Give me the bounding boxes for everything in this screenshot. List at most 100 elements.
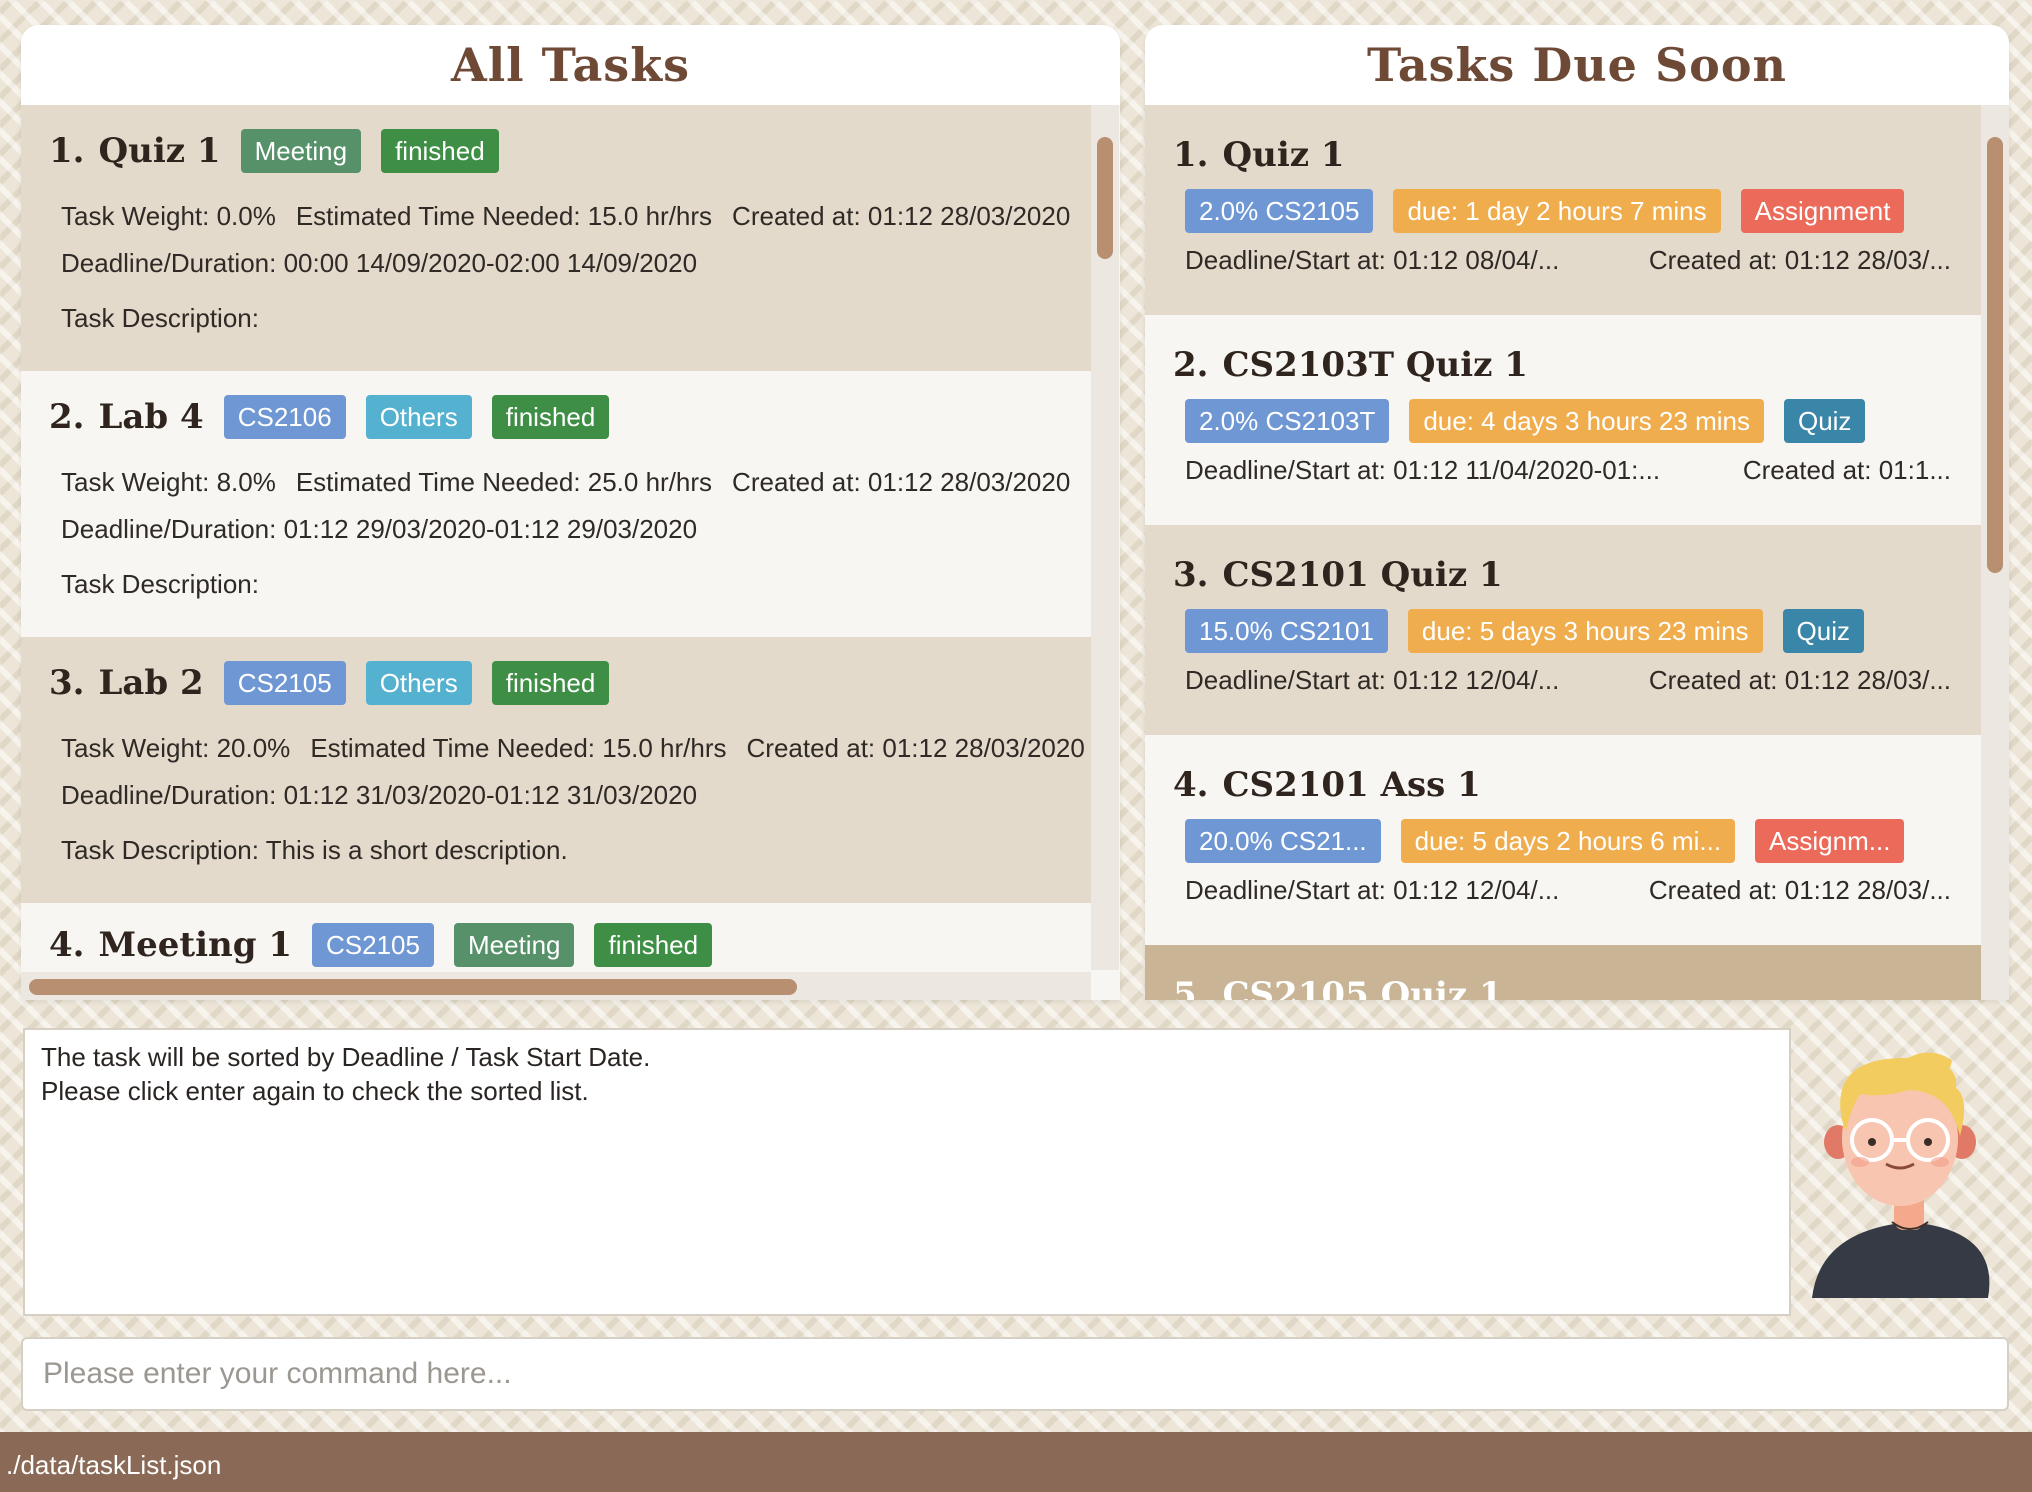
task-name: CS2103T Quiz 1 [1222, 345, 1528, 385]
save-file-path: ./data/taskList.json [6, 1450, 222, 1480]
task-card-header: 4. Meeting 1 CS2105 Meeting finished [49, 903, 1091, 967]
due-card-times: Deadline/Start at: 01:12 12/04/... Creat… [1185, 665, 1981, 696]
due-created: Created at: 01:12 28/03/... [1648, 875, 1951, 905]
due-card-header: 5. CS2105 Quiz 1 [1173, 945, 1981, 1000]
task-index: 1. [49, 131, 85, 171]
tag-assignment: Assignm... [1755, 819, 1905, 863]
result-display[interactable]: The task will be sorted by Deadline / Ta… [23, 1028, 1791, 1316]
task-index: 2. [1173, 345, 1209, 385]
task-meta-line: Task Weight: 8.0% Estimated Time Needed: … [61, 467, 1120, 498]
tag-quiz: Quiz [1782, 609, 1865, 653]
due-card-1[interactable]: 1. Quiz 1 2.0% CS2105 due: 1 day 2 hours… [1145, 105, 1981, 315]
due-card-3[interactable]: 3. CS2101 Quiz 1 15.0% CS2101 due: 5 day… [1145, 525, 1981, 735]
tag-finished: finished [381, 129, 499, 173]
due-card-tags: 15.0% CS2101 due: 5 days 3 hours 23 mins… [1185, 609, 1981, 653]
tag-meeting: Meeting [453, 923, 575, 967]
tag-module: CS2105 [223, 661, 346, 705]
due-card-tags: 2.0% CS2105 due: 1 day 2 hours 7 mins As… [1185, 189, 1981, 233]
task-card-header: 1. Quiz 1 Meeting finished [49, 105, 1091, 173]
tag-quiz: Quiz [1783, 399, 1866, 443]
all-tasks-panel: All Tasks 1. Quiz 1 Meeting finished Tas… [21, 25, 1120, 1000]
task-card-1[interactable]: 1. Quiz 1 Meeting finished Task Weight: … [21, 105, 1091, 371]
all-tasks-vscrollbar[interactable] [1091, 105, 1119, 970]
task-est-time: Estimated Time Needed: 25.0 hr/hrs [295, 467, 713, 497]
tag-module: CS2106 [223, 395, 346, 439]
tag-module: CS2105 [312, 923, 434, 967]
command-input[interactable] [21, 1337, 2009, 1411]
tag-due: due: 5 days 2 hours 6 mi... [1400, 819, 1736, 863]
due-created: Created at: 01:12 28/03/... [1648, 245, 1951, 275]
tag-due: due: 5 days 3 hours 23 mins [1407, 609, 1763, 653]
task-index: 4. [49, 925, 85, 965]
tag-weight-module: 2.0% CS2103T [1185, 399, 1390, 443]
due-start: Deadline/Start at: 01:12 11/04/2020-01:.… [1185, 455, 1661, 485]
task-card-3[interactable]: 3. Lab 2 CS2105 Others finished Task Wei… [21, 637, 1091, 903]
due-start: Deadline/Start at: 01:12 12/04/... [1185, 665, 1560, 695]
due-created: Created at: 01:1... [1742, 455, 1951, 485]
task-created: Created at: 01:12 28/03/2020 [732, 201, 1071, 231]
task-meta-line: Task Weight: 20.0% Estimated Time Needed:… [61, 733, 1120, 764]
task-name: Lab 4 [98, 397, 204, 437]
due-card-header: 1. Quiz 1 [1173, 105, 1981, 175]
task-weight: Task Weight: 20.0% [61, 733, 291, 763]
task-index: 3. [49, 663, 85, 703]
task-description: Task Description: [61, 569, 259, 599]
tag-assignment: Assignment [1740, 189, 1905, 233]
task-card-header: 2. Lab 4 CS2106 Others finished [49, 371, 1091, 439]
tag-weight-module: 15.0% CS2101 [1185, 609, 1388, 653]
task-name: Meeting 1 [98, 925, 293, 965]
task-name: Quiz 1 [1222, 135, 1345, 175]
task-index: 1. [1173, 135, 1209, 175]
task-deadline: Deadline/Duration: 01:12 29/03/2020-01:1… [61, 514, 698, 544]
due-soon-vscrollbar[interactable] [1981, 105, 2009, 1000]
due-card-header: 3. CS2101 Quiz 1 [1173, 525, 1981, 595]
due-soon-list[interactable]: 1. Quiz 1 2.0% CS2105 due: 1 day 2 hours… [1145, 105, 2009, 1000]
tag-others: Others [365, 661, 472, 705]
task-description: Task Description: This is a short descri… [61, 835, 568, 865]
due-start: Deadline/Start at: 01:12 12/04/... [1185, 875, 1560, 905]
vscroll-thumb[interactable] [1097, 137, 1113, 259]
tag-finished: finished [491, 661, 610, 705]
task-created: Created at: 01:12 28/03/2020 [732, 467, 1071, 497]
vscroll-thumb[interactable] [1987, 137, 2003, 573]
task-index: 5. [1173, 975, 1209, 1000]
task-name: CS2105 Quiz 1 [1222, 975, 1503, 1000]
due-soon-title: Tasks Due Soon [1145, 25, 2009, 105]
avatar-icon [1800, 1040, 2020, 1310]
task-name: Quiz 1 [98, 131, 221, 171]
due-soon-panel: Tasks Due Soon 1. Quiz 1 2.0% CS2105 due… [1145, 25, 2009, 1000]
task-name: Lab 2 [98, 663, 204, 703]
all-tasks-hscrollbar[interactable] [21, 972, 1091, 1000]
hscroll-thumb[interactable] [29, 979, 797, 995]
tag-due: due: 4 days 3 hours 23 mins [1409, 399, 1764, 443]
task-est-time: Estimated Time Needed: 15.0 hr/hrs [310, 733, 727, 763]
task-card-2[interactable]: 2. Lab 4 CS2106 Others finished Task Wei… [21, 371, 1091, 637]
task-index: 2. [49, 397, 85, 437]
due-card-2[interactable]: 2. CS2103T Quiz 1 2.0% CS2103T due: 4 da… [1145, 315, 1981, 525]
task-weight: Task Weight: 8.0% [61, 467, 276, 497]
task-index: 4. [1173, 765, 1209, 805]
task-description: Task Description: [61, 303, 259, 333]
tag-others: Others [365, 395, 472, 439]
all-tasks-title: All Tasks [21, 25, 1120, 105]
due-start: Deadline/Start at: 01:12 08/04/... [1185, 245, 1560, 275]
due-card-header: 2. CS2103T Quiz 1 [1173, 315, 1981, 385]
due-card-header: 4. CS2101 Ass 1 [1173, 735, 1981, 805]
task-name: CS2101 Quiz 1 [1222, 555, 1503, 595]
tag-finished: finished [491, 395, 610, 439]
task-name: CS2101 Ass 1 [1222, 765, 1481, 805]
task-weight: Task Weight: 0.0% [61, 201, 276, 231]
due-created: Created at: 01:12 28/03/... [1648, 665, 1951, 695]
task-deadline: Deadline/Duration: 00:00 14/09/2020-02:0… [61, 248, 698, 278]
due-card-tags: 2.0% CS2103T due: 4 days 3 hours 23 mins… [1185, 399, 1981, 443]
due-card-4[interactable]: 4. CS2101 Ass 1 20.0% CS21... due: 5 day… [1145, 735, 1981, 945]
tag-due: due: 1 day 2 hours 7 mins [1393, 189, 1721, 233]
due-card-times: Deadline/Start at: 01:12 11/04/2020-01:.… [1185, 455, 1981, 486]
due-card-5[interactable]: 5. CS2105 Quiz 1 [1145, 945, 1981, 1000]
due-card-tags: 20.0% CS21... due: 5 days 2 hours 6 mi..… [1185, 819, 1981, 863]
tag-weight-module: 2.0% CS2105 [1185, 189, 1374, 233]
all-tasks-list[interactable]: 1. Quiz 1 Meeting finished Task Weight: … [21, 105, 1120, 1000]
task-index: 3. [1173, 555, 1209, 595]
status-bar: ./data/taskList.json [0, 1432, 2032, 1492]
tag-weight-module: 20.0% CS21... [1185, 819, 1381, 863]
